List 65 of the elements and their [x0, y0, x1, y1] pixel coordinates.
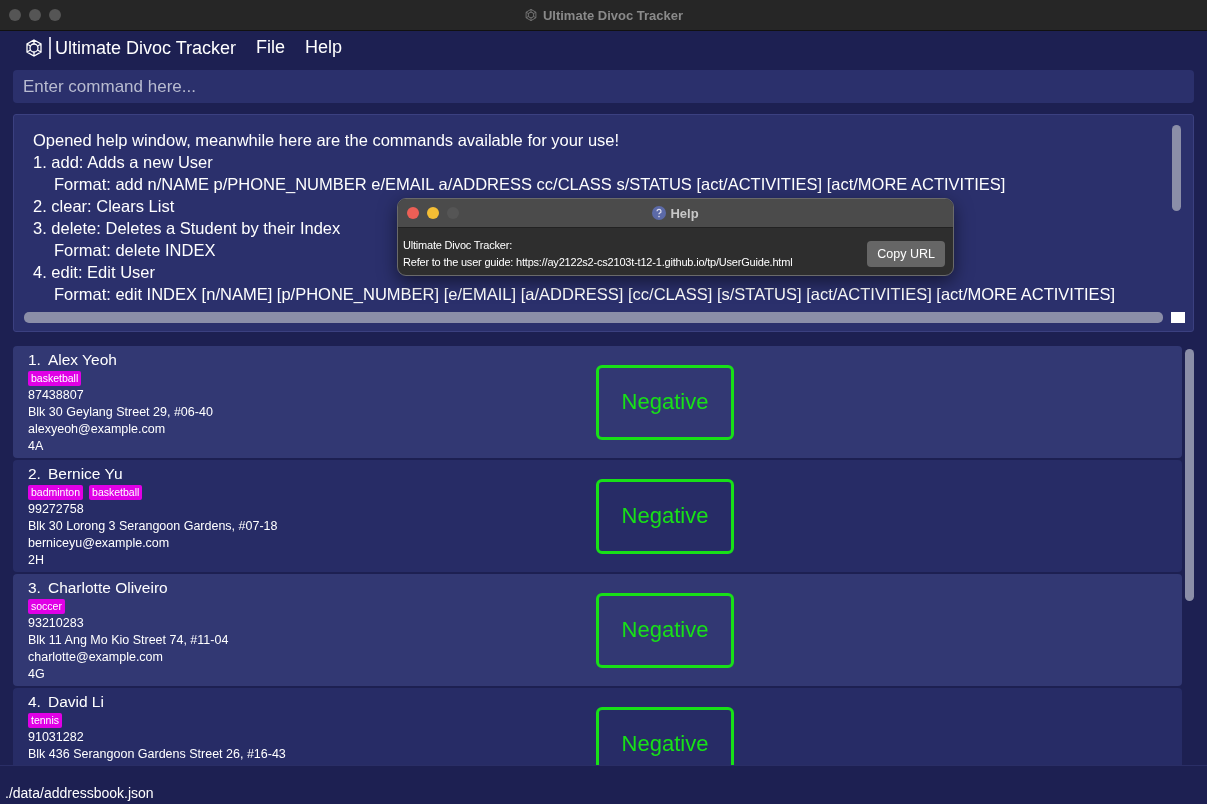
person-detail: charlotte@example.com [28, 649, 164, 666]
help-icon [652, 206, 667, 220]
person-detail: 93210283 [28, 615, 85, 632]
person-detail: 99272758 [28, 501, 85, 518]
activity-tag: badminton [28, 485, 84, 500]
person-index: 3. [28, 579, 41, 597]
app-icon [523, 8, 538, 22]
window-control[interactable] [427, 207, 439, 219]
status-label: Negative [596, 706, 734, 765]
status-label: Negative [596, 364, 734, 440]
file-path: ./data/addressbook.json [5, 785, 154, 801]
help-text: Refer to the user guide: https://ay2122s2-cs2103t-t12-1.github.io/tp/UserGuide.html [403, 255, 794, 270]
result-line: 1. add: Adds a new User [33, 152, 213, 173]
person-card[interactable]: 2. Bernice Yu badminton basketball 99272758 Blk 30 Lorong 3 Serangoon Gardens, #07-18 berniceyu@example.com 2H Negative [13, 460, 1182, 572]
activity-tag: basketball [28, 371, 82, 386]
command-field[interactable]: Enter command here... [13, 70, 1194, 103]
person-index: 2. [28, 465, 41, 483]
window-control[interactable] [49, 9, 61, 21]
person-card[interactable]: 3. Charlotte Oliveiro soccer 93210283 Blk 11 Ang Mo Kio Street 74, #11-04 charlotte@example.com 4G Negative [13, 574, 1182, 686]
person-detail: 87438807 [28, 387, 85, 404]
person-detail: Blk 30 Geylang Street 29, #06-40 [28, 404, 214, 421]
person-detail: 91031282 [28, 729, 85, 746]
window-title: Ultimate Divoc Tracker [542, 7, 684, 23]
scroll-corner [1171, 312, 1185, 323]
help-text: Ultimate Divoc Tracker: [403, 238, 514, 253]
person-name: Charlotte Oliveiro [47, 579, 168, 597]
copy-url-button[interactable]: Copy URL [867, 241, 945, 267]
result-line: 3. delete: Deletes a Student by their Index [33, 218, 341, 239]
person-detail: alexyeoh@example.com [28, 421, 167, 438]
result-line: Opened help window, meanwhile here are the commands available for your use! [33, 130, 620, 151]
result-line: Format: add n/NAME p/PHONE_NUMBER e/EMAIL a/ADDRESS cc/CLASS s/STATUS [act/ACTIVITIES] [act/MORE ACTIVITIES] [54, 174, 1006, 195]
dialog-title: Help [670, 205, 699, 221]
activity-tag: soccer [28, 599, 65, 614]
result-line: Format: delete INDEX [54, 240, 216, 261]
window-control[interactable] [9, 9, 21, 21]
app-name: Ultimate Divoc Tracker [49, 36, 237, 59]
menu-item[interactable]: Help [305, 37, 343, 58]
window-control[interactable] [29, 9, 41, 21]
person-card[interactable]: 4. David Li tennis 91031282 Blk 436 Serangoon Gardens Street 26, #16-43 Negative [13, 688, 1182, 765]
menu-item[interactable]: File [256, 37, 286, 58]
scrollbar[interactable] [1185, 349, 1194, 601]
person-detail: 4A [28, 438, 45, 455]
result-line: Format: edit INDEX [n/NAME] [p/PHONE_NUMBER] [e/EMAIL] [a/ADDRESS] [cc/CLASS] [s/STATUS] [act/ACTIVITIES] [act/MORE ACTIVITIES] [54, 284, 1116, 305]
person-detail: berniceyu@example.com [28, 535, 171, 552]
person-name: Alex Yeoh [47, 351, 117, 369]
result-line: 2. clear: Clears List [33, 196, 175, 217]
activity-tag: basketball [89, 485, 143, 500]
status-label: Negative [596, 478, 734, 554]
person-name: David Li [47, 693, 104, 711]
window-control[interactable] [407, 207, 419, 219]
person-detail: Blk 436 Serangoon Gardens Street 26, #16-43 [28, 746, 287, 763]
person-index: 4. [28, 693, 41, 711]
status-label: Negative [596, 592, 734, 668]
person-card[interactable]: 1. Alex Yeoh basketball 87438807 Blk 30 Geylang Street 29, #06-40 alexyeoh@example.com 4A Negative [13, 346, 1182, 458]
person-index: 1. [28, 351, 41, 369]
result-line: 4. edit: Edit User [33, 262, 155, 283]
person-detail: Blk 11 Ang Mo Kio Street 74, #11-04 [28, 632, 230, 649]
scrollbar[interactable] [24, 312, 1163, 323]
person-detail: 2H [28, 552, 45, 569]
scrollbar[interactable] [1172, 125, 1181, 211]
person-detail: 4G [28, 666, 46, 683]
virus-icon [24, 37, 44, 58]
person-name: Bernice Yu [47, 465, 123, 483]
person-detail: Blk 30 Lorong 3 Serangoon Gardens, #07-18 [28, 518, 279, 535]
activity-tag: tennis [28, 713, 63, 728]
